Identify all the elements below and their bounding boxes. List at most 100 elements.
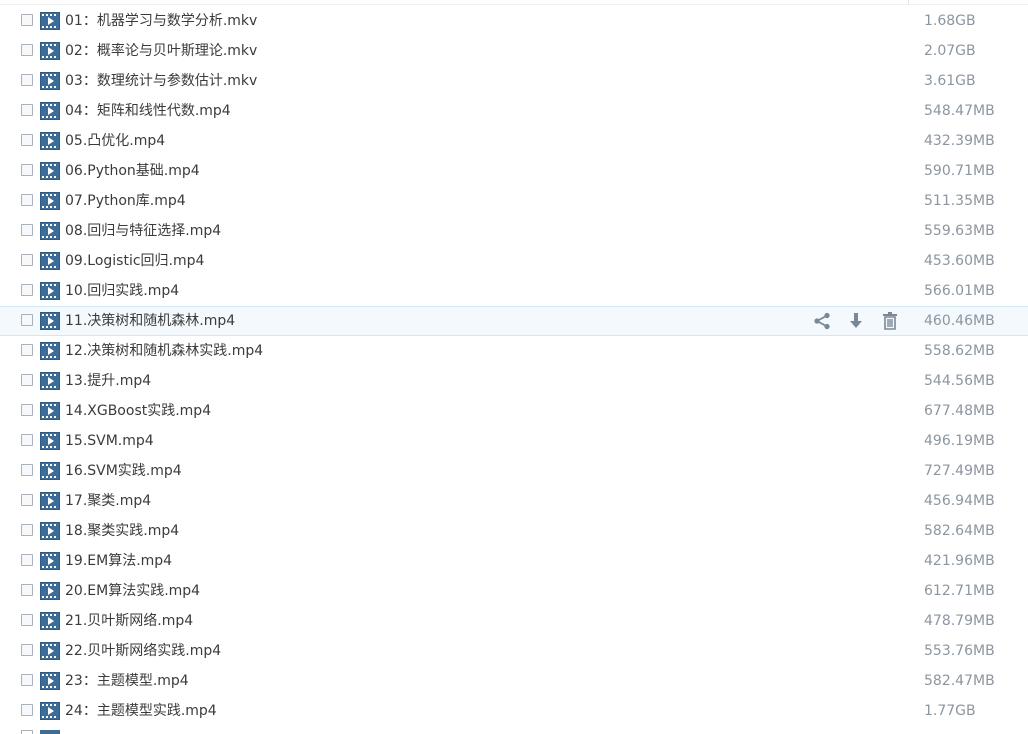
file-name[interactable]: 09.Logistic回归.mp4 <box>65 252 204 270</box>
file-name[interactable]: 23：主题模型.mp4 <box>65 672 189 690</box>
row-checkbox[interactable] <box>21 254 33 266</box>
share-icon[interactable] <box>812 311 832 331</box>
video-file-icon <box>40 102 60 120</box>
row-checkbox[interactable] <box>21 224 33 236</box>
download-icon[interactable] <box>846 311 866 331</box>
row-checkbox[interactable] <box>21 674 33 686</box>
row-checkbox[interactable] <box>21 404 33 416</box>
video-file-icon <box>40 222 60 240</box>
checkbox[interactable] <box>21 730 33 734</box>
file-row[interactable]: 12.决策树和随机森林实践.mp4 558.62MB <box>0 336 1028 366</box>
video-file-icon <box>40 42 60 60</box>
file-size: 590.71MB <box>924 163 995 179</box>
file-row[interactable]: 15.SVM.mp4 496.19MB <box>0 426 1028 456</box>
file-row[interactable]: 19.EM算法.mp4 421.96MB <box>0 546 1028 576</box>
row-checkbox[interactable] <box>21 134 33 146</box>
file-size: 727.49MB <box>924 463 995 479</box>
column-separator <box>908 0 909 5</box>
file-list: 01：机器学习与数学分析.mkv 1.68GB 02：概率论与贝叶斯理论.mkv… <box>0 6 1028 726</box>
row-checkbox[interactable] <box>21 524 33 536</box>
file-size: 432.39MB <box>924 133 995 149</box>
row-checkbox[interactable] <box>21 614 33 626</box>
video-file-icon <box>40 342 60 360</box>
file-size: 511.35MB <box>924 193 995 209</box>
file-name[interactable]: 03：数理统计与参数估计.mkv <box>65 72 257 90</box>
file-name[interactable]: 08.回归与特征选择.mp4 <box>65 222 221 240</box>
file-name[interactable]: 12.决策树和随机森林实践.mp4 <box>65 342 263 360</box>
file-row[interactable]: 04：矩阵和线性代数.mp4 548.47MB <box>0 96 1028 126</box>
row-checkbox[interactable] <box>21 164 33 176</box>
file-row[interactable]: 08.回归与特征选择.mp4 559.63MB <box>0 216 1028 246</box>
file-name[interactable]: 16.SVM实践.mp4 <box>65 462 182 480</box>
row-checkbox[interactable] <box>21 374 33 386</box>
file-name[interactable]: 17.聚类.mp4 <box>65 492 151 510</box>
file-size: 1.77GB <box>924 703 976 719</box>
file-row[interactable]: 06.Python基础.mp4 590.71MB <box>0 156 1028 186</box>
video-file-icon <box>40 162 60 180</box>
file-size: 496.19MB <box>924 433 995 449</box>
file-row[interactable]: 22.贝叶斯网络实践.mp4 553.76MB <box>0 636 1028 666</box>
file-name[interactable]: 07.Python库.mp4 <box>65 192 186 210</box>
file-row[interactable]: 18.聚类实践.mp4 582.64MB <box>0 516 1028 546</box>
file-name[interactable]: 01：机器学习与数学分析.mkv <box>65 12 257 30</box>
file-name[interactable]: 02：概率论与贝叶斯理论.mkv <box>65 42 257 60</box>
file-row[interactable]: 09.Logistic回归.mp4 453.60MB <box>0 246 1028 276</box>
file-name[interactable]: 10.回归实践.mp4 <box>65 282 179 300</box>
file-name[interactable]: 05.凸优化.mp4 <box>65 132 165 150</box>
row-checkbox[interactable] <box>21 584 33 596</box>
video-file-icon <box>40 730 60 734</box>
row-checkbox[interactable] <box>21 284 33 296</box>
row-checkbox[interactable] <box>21 494 33 506</box>
row-checkbox[interactable] <box>21 44 33 56</box>
file-row[interactable]: 21.贝叶斯网络.mp4 478.79MB <box>0 606 1028 636</box>
file-row[interactable]: 14.XGBoost实践.mp4 677.48MB <box>0 396 1028 426</box>
row-checkbox[interactable] <box>21 74 33 86</box>
trash-icon[interactable] <box>880 311 900 331</box>
file-name[interactable]: 11.决策树和随机森林.mp4 <box>65 312 235 330</box>
file-row[interactable]: 17.聚类.mp4 456.94MB <box>0 486 1028 516</box>
file-name[interactable]: 06.Python基础.mp4 <box>65 162 200 180</box>
file-name[interactable]: 24：主题模型实践.mp4 <box>65 702 217 720</box>
file-row[interactable]: 10.回归实践.mp4 566.01MB <box>0 276 1028 306</box>
video-file-icon <box>40 462 60 480</box>
row-checkbox[interactable] <box>21 554 33 566</box>
file-name[interactable]: 14.XGBoost实践.mp4 <box>65 402 211 420</box>
row-checkbox[interactable] <box>21 14 33 26</box>
row-checkbox[interactable] <box>21 434 33 446</box>
video-file-icon <box>40 702 60 720</box>
file-name[interactable]: 15.SVM.mp4 <box>65 432 154 450</box>
file-name[interactable]: 22.贝叶斯网络实践.mp4 <box>65 642 221 660</box>
file-row[interactable]: 20.EM算法实践.mp4 612.71MB <box>0 576 1028 606</box>
file-size: 478.79MB <box>924 613 995 629</box>
file-row[interactable]: 16.SVM实践.mp4 727.49MB <box>0 456 1028 486</box>
row-checkbox[interactable] <box>21 644 33 656</box>
file-name[interactable]: 20.EM算法实践.mp4 <box>65 582 200 600</box>
video-file-icon <box>40 522 60 540</box>
file-size: 2.07GB <box>924 43 976 59</box>
row-checkbox[interactable] <box>21 314 33 326</box>
file-name[interactable]: 21.贝叶斯网络.mp4 <box>65 612 193 630</box>
file-name[interactable]: 19.EM算法.mp4 <box>65 552 172 570</box>
file-row[interactable]: 05.凸优化.mp4 432.39MB <box>0 126 1028 156</box>
file-size: 558.62MB <box>924 343 995 359</box>
file-name[interactable]: 18.聚类实践.mp4 <box>65 522 179 540</box>
video-file-icon <box>40 132 60 150</box>
file-row[interactable]: 11.决策树和随机森林.mp4 460.46MB <box>0 306 1028 336</box>
file-name[interactable]: 04：矩阵和线性代数.mp4 <box>65 102 231 120</box>
file-name[interactable]: 13.提升.mp4 <box>65 372 151 390</box>
file-row[interactable]: 01：机器学习与数学分析.mkv 1.68GB <box>0 6 1028 36</box>
row-checkbox[interactable] <box>21 104 33 116</box>
video-file-icon <box>40 612 60 630</box>
row-checkbox[interactable] <box>21 464 33 476</box>
file-row[interactable]: 07.Python库.mp4 511.35MB <box>0 186 1028 216</box>
video-file-icon <box>40 672 60 690</box>
row-checkbox[interactable] <box>21 344 33 356</box>
file-row[interactable]: 23：主题模型.mp4 582.47MB <box>0 666 1028 696</box>
row-checkbox[interactable] <box>21 194 33 206</box>
file-row[interactable]: 13.提升.mp4 544.56MB <box>0 366 1028 396</box>
file-row[interactable]: 02：概率论与贝叶斯理论.mkv 2.07GB <box>0 36 1028 66</box>
file-row[interactable]: 24：主题模型实践.mp4 1.77GB <box>0 696 1028 726</box>
file-size: 1.68GB <box>924 13 976 29</box>
row-checkbox[interactable] <box>21 704 33 716</box>
file-row[interactable]: 03：数理统计与参数估计.mkv 3.61GB <box>0 66 1028 96</box>
